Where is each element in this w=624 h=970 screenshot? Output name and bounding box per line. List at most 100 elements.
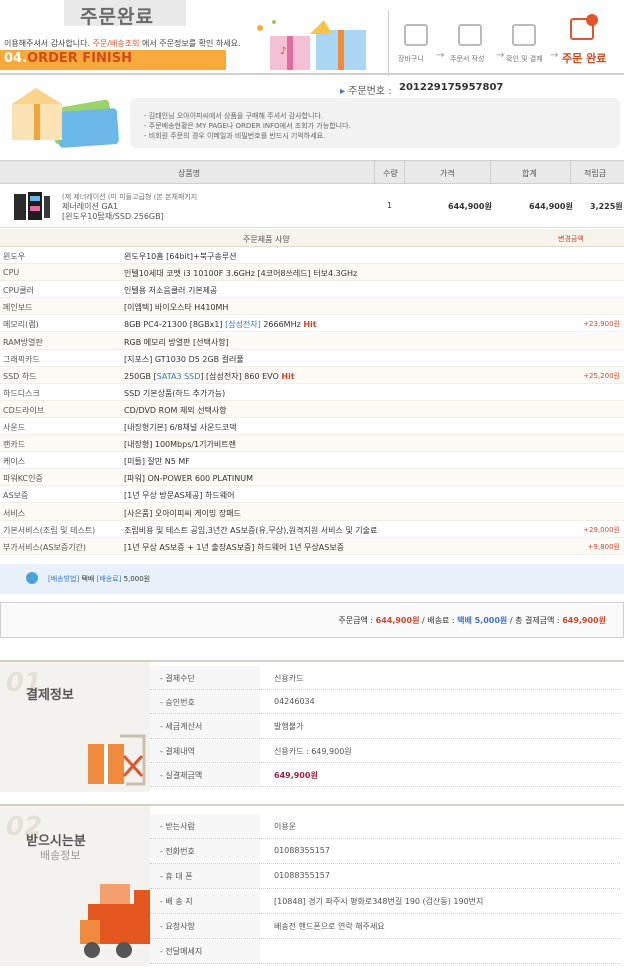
notice-line-3: - 비회원 주문의 경우 이메일과 비밀번호를 반드시 기억하세요. (144, 132, 326, 140)
option-value: 8GB PC4-21300 [8GBx1] [삼성전자] 2666MHz Hit (124, 320, 317, 330)
field-label: - 결제수단 (160, 674, 195, 683)
payment-illustration (88, 734, 146, 786)
option-value: [파워] ON-POWER 600 PLATINUM (124, 474, 253, 484)
complete-badge-icon (586, 14, 598, 26)
thanks-text: 이용해주셔서 감사합니다. (4, 39, 91, 48)
option-row: 그래픽카드 [지포스] GT1030 D5 2GB 컬러풀 (0, 350, 624, 367)
option-value: [사은품] 오아이피씨 게이밍 장패드 (124, 508, 241, 518)
order-number-label: ▸ 주문번호 : (340, 86, 392, 97)
option-key: SSD 하드 (3, 371, 37, 381)
payment-row: - 승인번호 04246034 (150, 690, 620, 715)
option-value: [미들] 잘만 N5 MF (124, 457, 190, 467)
field-value: 649,900원 (274, 770, 318, 780)
payment-section-title: 결제정보 (26, 688, 74, 703)
step-payment-label: 확인 및 결제 (506, 55, 543, 63)
option-key: 윈도우 (3, 252, 26, 261)
option-value: 인텔10세대 코멧 i3 10100F 3.6GHz [4코어8쓰레드] 터보4… (124, 269, 358, 279)
option-key: 랜카드 (3, 440, 26, 450)
receiver-row: - 휴 대 폰 01088355157 (150, 864, 620, 889)
option-row: 메모리(램) 8GB PC4-21300 [8GBx1] [삼성전자] 2666M… (0, 315, 624, 333)
option-row: 기본서비스(조립 및 테스트) 조립비용 및 테스트 공임,3년간 AS보증(유,… (0, 521, 624, 538)
col-divider (374, 161, 375, 183)
option-value: [지포스] GT1030 D5 2GB 컬러풀 (124, 354, 244, 364)
option-value: [이엠텍] 바이오스타 H410MH (124, 303, 229, 313)
cart-icon (404, 24, 428, 46)
option-value: 조립비용 및 테스트 공임,3년간 AS보증(유,무상),원격지원 서비스 및 … (124, 525, 378, 535)
field-value: 배송전 핸드폰으로 연락 해주세요 (274, 922, 385, 931)
receiver-row: - 전달메세지 (150, 939, 620, 964)
field-label: - 전달메세지 (160, 947, 203, 956)
option-row: 하드디스크 SSD 기본상품(하드 추가가능) (0, 384, 624, 401)
option-key: CD드라이브 (3, 405, 45, 415)
field-value: [10848] 경기 파주시 평화로348번길 190 (검산동) 190번지 (274, 897, 484, 906)
option-value: SSD 기본상품(하드 추가가능) (124, 388, 226, 398)
option-value: 인텔용 저소음쿨러 기본제공 (124, 286, 218, 296)
option-row: 메인보드 [이엠텍] 바이오스타 H410MH (0, 298, 624, 316)
total-pay-amount: 649,900원 (562, 616, 606, 625)
thanks-message: 이용해주셔서 감사합니다. 주문/배송조회 에서 주문정보를 확인 하세요. (4, 38, 241, 49)
payment-row: - 실결제금액 649,900원 (150, 762, 620, 787)
field-label: - 실결제금액 (160, 770, 203, 780)
receiver-row: - 요청사항 배송전 핸드폰으로 연락 해주세요 (150, 914, 620, 939)
option-key: CPU쿨러 (3, 286, 34, 296)
field-label: - 결제내역 (160, 746, 195, 756)
gift-card-illustration (12, 88, 119, 148)
step-name: ORDER FINISH (27, 51, 132, 66)
option-value: [1년 무상 AS보증 + 1년 출장AS보증] 하드웨어 1년 무상AS보증 (124, 542, 345, 552)
col-price: 가격 (440, 169, 455, 178)
product-points: 3,225원 (590, 202, 623, 211)
gift-illustration: ♪ (257, 20, 366, 70)
field-label: - 승인번호 (160, 698, 195, 708)
product-thumbnail[interactable] (8, 188, 52, 224)
receiver-section-subtitle: 배송정보 (40, 849, 81, 862)
col-divider (404, 161, 405, 183)
option-row: SSD 하드 250GB [SATA3 SSD] [삼성전자] 860 EVO H… (0, 366, 624, 384)
option-key: 메모리(램) (3, 320, 39, 330)
option-value: [내장형] 100Mbps/1기가비트랜 (124, 440, 236, 450)
totals-line: 주문금액 : 644,900원 / 배송료 : 택배 5,000원 / 총 결제… (338, 616, 606, 625)
product-total: 644,900원 (529, 202, 573, 211)
option-price: +29,000원 (583, 525, 620, 534)
option-row: 윈도우 윈도우10홈 [64bit]+북구송루션 (0, 247, 624, 265)
field-label: - 전화번호 (160, 847, 195, 856)
order-number: 201229175957807 (399, 82, 504, 93)
field-value: 신용카드 : 649,900원 (274, 746, 352, 756)
options-header-change: 변경금액 (558, 235, 584, 243)
field-value: 01088355157 (274, 871, 330, 880)
col-qty: 수량 (383, 169, 398, 178)
step-order-sheet-label: 주문서 작성 (450, 55, 485, 63)
thanks-text-post: 에서 주문정보를 확인 하세요. (142, 39, 241, 48)
payment-row: - 세금계산서 발행불가 (150, 714, 620, 739)
option-row: CPU 인텔10세대 코멧 i3 10100F 3.6GHz [4코어8쓰레드] … (0, 264, 624, 282)
option-key: CPU (3, 268, 20, 278)
option-key: 메인보드 (3, 303, 33, 313)
option-key: 부가서비스(AS보증기간) (3, 542, 87, 552)
field-label: - 요청사항 (160, 922, 195, 931)
order-tracking-link[interactable]: 주문/배송조회 (93, 39, 140, 48)
field-value: 이용운 (274, 822, 297, 831)
field-value: 01088355157 (274, 846, 330, 855)
notice-line-1: - 김태인님 오아이피씨에서 상품을 구매해 주셔서 감사합니다. (144, 112, 324, 120)
option-row: CPU쿨러 인텔용 저소음쿨러 기본제공 (0, 281, 624, 299)
payment-check-icon (512, 24, 536, 46)
step-banner-text: 04.ORDER FINISH (4, 51, 132, 66)
option-price: +25,200원 (583, 371, 620, 380)
field-label: - 받는사람 (160, 822, 195, 831)
option-value: 250GB [SATA3 SSD] [삼성전자] 860 EVO Hit (124, 371, 295, 381)
option-row: 서비스 [사은품] 오아이피씨 게이밍 장패드 (0, 503, 624, 521)
svg-text:♪: ♪ (280, 46, 286, 57)
option-key: 케이스 (3, 457, 26, 467)
order-sheet-icon (458, 24, 482, 46)
option-value: RGB 메모리 방열판 [선택사항] (124, 337, 229, 347)
step-arrow-icon: → (436, 50, 445, 61)
option-value: [1년 무상 방문AS제공] 하드웨어 (124, 491, 235, 501)
option-value: [내장형기본] 6/8채널 사운드코덱 (124, 423, 237, 432)
product-qty: 1 (387, 201, 393, 210)
col-product: 상품명 (178, 169, 201, 178)
field-value: 04246034 (274, 697, 315, 707)
product-price: 644,900원 (448, 202, 492, 211)
truck-icon (26, 572, 38, 584)
field-label: - 배 송 지 (160, 897, 193, 906)
step-arrow-icon: → (496, 50, 505, 61)
notice-line-2: - 주문배송현황은 MY PAGE나 ORDER INFO에서 조회가 가능합니… (144, 122, 351, 130)
